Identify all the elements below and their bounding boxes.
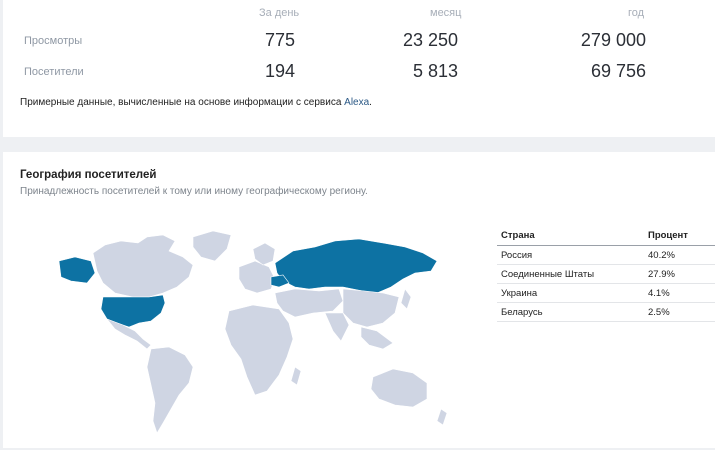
country-percent: 27.9% [644,264,715,284]
table-row: Соединенные Штаты 27.9% [497,264,715,284]
country-name: Украина [497,283,644,303]
map-region-east-asia [342,288,400,328]
country-table: Страна Процент Россия 40.2% Соединенные … [497,226,715,322]
map-region-europe [238,260,276,294]
country-percent: 4.1% [644,283,715,303]
country-name: Беларусь [497,302,644,322]
map-region-japan [400,288,412,310]
views-day: 775 [264,30,295,50]
world-map [58,230,448,434]
traffic-card: За день месяц год Просмотры 775 23 250 2… [3,0,715,137]
views-month: 23 250 [402,30,458,50]
map-region-north-america [92,234,194,298]
header-country: Страна [497,226,644,246]
country-percent: 2.5% [644,302,715,322]
visitors-day: 194 [264,61,295,81]
row-label-visitors: Посетители [24,66,84,78]
geography-subtitle: Принадлежность посетителей к тому или ин… [20,186,368,197]
col-header-day: За день [259,7,300,19]
table-row: Беларусь 2.5% [497,302,715,322]
map-region-australia [370,368,428,408]
table-row: Россия 40.2% [497,245,715,265]
views-year: 279 000 [580,30,646,50]
map-region-russia [274,238,438,294]
map-region-greenland [192,230,232,262]
table-row: Украина 4.1% [497,283,715,303]
data-source-note: Примерные данные, вычисленные на основе … [20,97,372,108]
map-region-madagascar [290,366,302,386]
country-table-header: Страна Процент [497,226,715,246]
note-text: Примерные данные, вычисленные на основе … [20,97,345,108]
map-region-south-america [146,346,194,434]
header-percent: Процент [644,226,715,246]
geography-card: География посетителей Принадлежность пос… [3,152,715,448]
geography-title: География посетителей [20,169,157,181]
col-header-year: год [628,7,645,19]
visitors-month: 5 813 [412,61,458,81]
country-name: Россия [497,245,644,265]
row-label-views: Просмотры [24,35,83,47]
visitors-year: 69 756 [590,61,646,81]
map-region-new-zealand [436,408,448,426]
map-region-alaska [58,256,96,284]
map-region-india [324,312,350,342]
col-header-month: месяц [430,7,462,19]
country-name: Соединенные Штаты [497,264,644,284]
map-region-africa [224,304,294,396]
alexa-link[interactable]: Alexa [344,97,369,108]
note-end: . [369,97,372,108]
country-percent: 40.2% [644,245,715,265]
map-region-southeast-asia [360,326,394,350]
